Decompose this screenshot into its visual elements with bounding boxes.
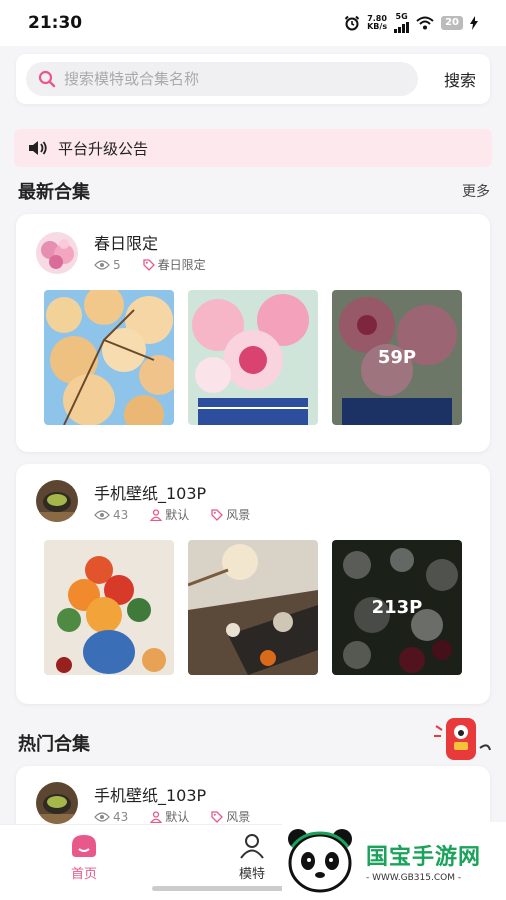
photo-count: 213P — [332, 540, 462, 675]
photo-count: 59P — [332, 290, 462, 425]
search-button[interactable]: 搜索 — [444, 67, 476, 91]
tab-models[interactable]: 模特 — [212, 833, 292, 882]
more-link[interactable]: 更多 — [462, 181, 490, 201]
wifi-icon — [416, 16, 434, 30]
card-meta: 5 春日限定 — [94, 256, 224, 273]
mascot-sticker[interactable] — [432, 712, 494, 768]
avatar — [36, 782, 78, 824]
tab-models-label: 模特 — [238, 867, 265, 882]
tag-label: 春日限定 — [157, 258, 206, 272]
tag-icon — [211, 810, 224, 823]
thumbnail[interactable]: 213P — [332, 540, 462, 675]
thumbnail[interactable] — [188, 290, 318, 425]
card-title: 春日限定 — [94, 234, 159, 253]
latest-section-title: 最新合集 — [18, 182, 90, 203]
view-count: 43 — [113, 507, 129, 522]
collection-card[interactable]: 春日限定 5 春日限定 59P — [16, 214, 490, 452]
tag-label: 风景 — [226, 508, 251, 522]
speaker-icon — [29, 141, 47, 155]
tag[interactable]: 风景 — [211, 808, 250, 825]
status-time: 21:30 — [28, 13, 83, 33]
thumbnail-row: 213P — [44, 540, 462, 675]
latest-section-header: 最新合集 更多 — [18, 178, 490, 204]
hot-section-header: 热门合集 — [18, 730, 490, 756]
hot-section-title: 热门合集 — [18, 734, 90, 755]
signal-icon — [394, 21, 410, 33]
model-label: 默认 — [165, 508, 190, 522]
tag[interactable]: 风景 — [211, 506, 250, 523]
network-type: 5G — [395, 12, 408, 21]
eye-icon — [94, 509, 110, 520]
watermark-text: 国宝手游网 - WWW.GB315.COM - — [366, 839, 481, 883]
card-title: 手机壁纸_103P — [94, 786, 207, 805]
home-icon — [72, 835, 96, 857]
views: 43 — [94, 810, 128, 824]
thumbnail-row: 59P — [44, 290, 462, 425]
views: 43 — [94, 508, 128, 522]
watermark-url: - WWW.GB315.COM - — [366, 873, 462, 883]
model[interactable]: 默认 — [150, 808, 189, 825]
search-input[interactable] — [64, 70, 384, 88]
card-title: 手机壁纸_103P — [94, 484, 207, 503]
model-label: 默认 — [165, 810, 190, 824]
tag-icon — [142, 258, 155, 271]
panda-logo-icon — [288, 829, 352, 893]
person-icon — [150, 810, 163, 823]
battery-level: 20 — [441, 16, 463, 30]
card-meta: 43 默认 风景 — [94, 506, 268, 523]
search-box[interactable] — [26, 62, 418, 96]
thumbnail[interactable] — [188, 540, 318, 675]
view-count: 5 — [113, 257, 121, 272]
tab-home-label: 首页 — [70, 867, 97, 882]
search-card: 搜索 — [16, 54, 490, 104]
announcement-text: 平台升级公告 — [58, 139, 149, 158]
net-speed: 7.80 KB/s — [367, 14, 388, 31]
view-count: 43 — [113, 809, 129, 824]
watermark-title: 国宝手游网 — [366, 845, 482, 870]
person-icon — [150, 508, 163, 521]
model[interactable]: 默认 — [150, 506, 189, 523]
charging-icon — [470, 16, 478, 30]
alarm-icon — [344, 15, 360, 31]
thumbnail[interactable] — [44, 540, 174, 675]
tag-label: 风景 — [226, 810, 251, 824]
status-bar: 21:30 7.80 KB/s 5G 20 — [0, 0, 506, 46]
thumbnail[interactable]: 59P — [332, 290, 462, 425]
watermark: 国宝手游网 - WWW.GB315.COM - — [282, 822, 506, 900]
avatar — [36, 232, 78, 274]
tab-home[interactable]: 首页 — [44, 833, 124, 882]
thumbnail[interactable] — [44, 290, 174, 425]
avatar — [36, 480, 78, 522]
collection-card[interactable]: 手机壁纸_103P 43 默认 风景 213P — [16, 464, 490, 704]
announcement-bar[interactable]: 平台升级公告 — [14, 129, 492, 167]
views: 5 — [94, 258, 121, 272]
eye-icon — [94, 811, 110, 822]
eye-icon — [94, 259, 110, 270]
signal-group: 5G — [394, 12, 410, 33]
tag[interactable]: 春日限定 — [142, 256, 206, 273]
card-meta: 43 默认 风景 — [94, 808, 268, 825]
tag-icon — [211, 508, 224, 521]
search-icon — [38, 70, 56, 88]
status-icons: 7.80 KB/s 5G 20 — [344, 13, 478, 33]
person-icon — [240, 834, 264, 859]
